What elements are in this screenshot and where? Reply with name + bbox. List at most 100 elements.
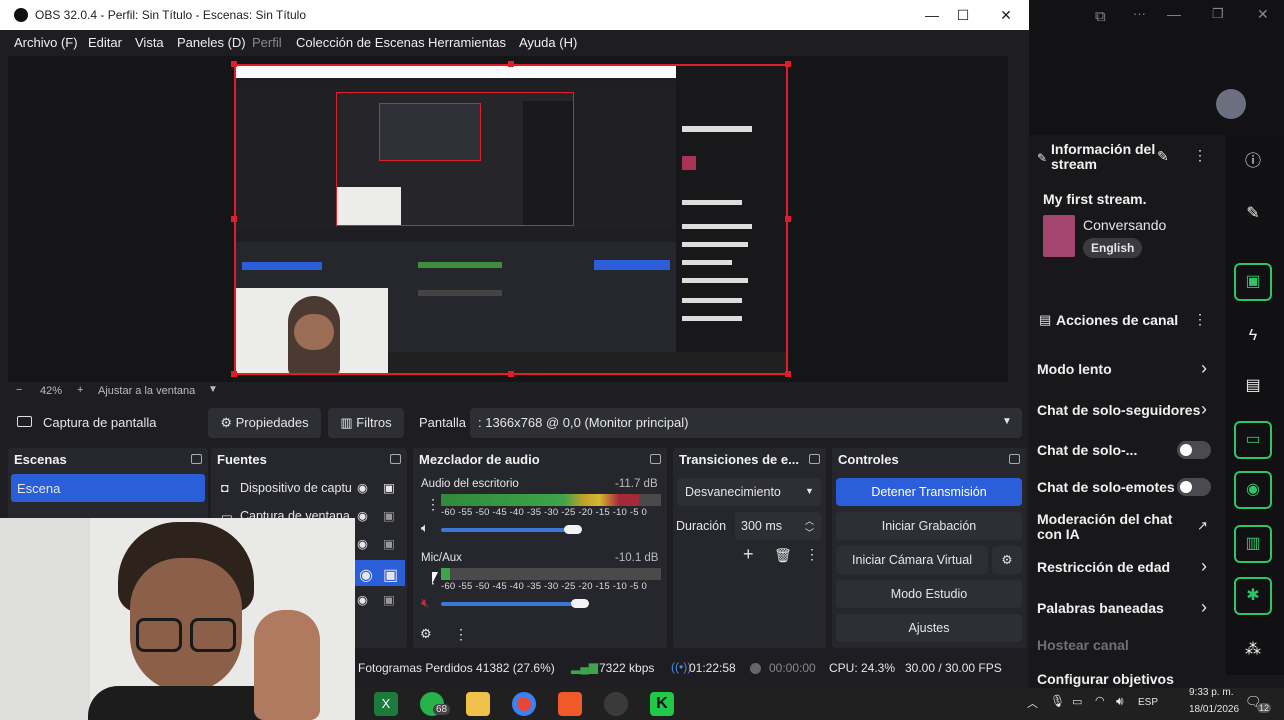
undock-icon[interactable] (390, 454, 401, 464)
eye-icon[interactable]: ◉ (357, 592, 368, 607)
source-item-selected[interactable]: ◉ ▣ (355, 560, 405, 586)
chrome-icon[interactable] (512, 692, 536, 716)
close-button[interactable]: ✕ (991, 4, 1021, 26)
properties-button[interactable]: ⚙ Propiedades (208, 408, 321, 438)
undock-icon[interactable] (1009, 454, 1020, 464)
document-icon[interactable]: ▤ (1234, 367, 1272, 405)
pencil-icon[interactable]: ✎ (1234, 195, 1272, 233)
resize-handle[interactable] (785, 61, 791, 67)
brave-icon[interactable] (558, 692, 582, 716)
duration-input[interactable]: 300 ms ︿ ﹀ (735, 512, 821, 540)
mic-icon[interactable]: 🎙︎ (1050, 694, 1065, 708)
volume-slider[interactable] (441, 528, 573, 532)
kebab-menu-icon[interactable]: ⋮ (1193, 147, 1207, 164)
trash-icon[interactable]: 🗑︎ (774, 547, 792, 564)
menu-coleccion-escenas[interactable]: Colección de Escenas (296, 35, 425, 50)
menu-archivo[interactable]: Archivo (F) (14, 35, 78, 50)
zoom-in-button[interactable]: + (77, 384, 83, 396)
resize-handle[interactable] (231, 371, 237, 377)
eye-icon[interactable]: ◉ (357, 536, 368, 551)
chat-icon[interactable]: ▭ (1234, 421, 1272, 459)
kebab-menu-icon[interactable]: ⋮ (426, 496, 440, 513)
eye-icon[interactable]: ◉ (357, 480, 368, 495)
split-icon[interactable]: ⧉ (1095, 8, 1106, 25)
clip-icon[interactable]: ▣ (1234, 263, 1272, 301)
settings-button[interactable]: Ajustes (836, 614, 1022, 642)
menu-herramientas[interactable]: Herramientas (428, 35, 506, 50)
resize-handle[interactable] (231, 216, 237, 222)
maximize-button[interactable]: ☐ (948, 4, 978, 26)
start-recording-button[interactable]: Iniciar Grabación (836, 512, 1022, 540)
layout-icon[interactable]: ▥ (1234, 525, 1272, 563)
resize-handle[interactable] (508, 371, 514, 377)
action-slow-mode[interactable]: Modo lento (1037, 361, 1212, 377)
menu-vista[interactable]: Vista (135, 35, 164, 50)
menu-perfil[interactable]: Perfil (252, 35, 282, 50)
emotes-chat-toggle[interactable] (1177, 478, 1211, 496)
chevron-down-icon[interactable]: ▼ (208, 384, 218, 395)
studio-mode-button[interactable]: Modo Estudio (836, 580, 1022, 608)
language-indicator[interactable]: ESP (1138, 697, 1158, 708)
avatar[interactable] (1216, 89, 1246, 119)
kebab-menu-icon[interactable]: ⋮ (454, 626, 468, 643)
lock-icon[interactable]: ▣ (383, 592, 395, 607)
lock-icon[interactable]: ▣ (383, 536, 395, 551)
zoom-out-button[interactable]: − (16, 384, 22, 396)
eye-icon[interactable]: ◉ (357, 508, 368, 523)
wifi-icon[interactable]: ◠ (1095, 694, 1105, 707)
chevron-right-icon[interactable]: › (1201, 597, 1207, 618)
chevron-right-icon[interactable]: › (1201, 358, 1207, 379)
extensions-icon[interactable]: ⁂ (1234, 631, 1272, 669)
add-icon[interactable]: + (743, 544, 754, 565)
action-goals[interactable]: Configurar objetivos (1037, 671, 1212, 687)
lock-icon[interactable]: ▣ (383, 508, 395, 523)
menu-ayuda[interactable]: Ayuda (H) (519, 35, 577, 50)
excel-icon[interactable]: X (374, 692, 398, 716)
mic-muted-icon[interactable]: 🔇︎ (421, 595, 429, 611)
undock-icon[interactable] (191, 454, 202, 464)
chevron-down-icon[interactable]: ﹀ (805, 526, 814, 539)
resize-handle[interactable] (785, 371, 791, 377)
close-icon[interactable]: ✕ (1257, 6, 1269, 23)
action-age-restriction[interactable]: Restricción de edad (1037, 559, 1212, 575)
lightning-icon[interactable]: ϟ (1234, 317, 1272, 355)
undock-icon[interactable] (650, 454, 661, 464)
chevron-right-icon[interactable]: › (1201, 556, 1207, 577)
minimize-button[interactable]: — (917, 4, 947, 26)
more-icon[interactable]: ··· (1133, 6, 1146, 21)
menu-paneles[interactable]: Paneles (D) (177, 35, 246, 50)
edit-icon[interactable]: ✎ (1157, 148, 1169, 165)
virtual-camera-button[interactable]: Iniciar Cámara Virtual (836, 546, 988, 574)
info-icon[interactable]: ⓘ (1234, 143, 1272, 181)
category-name[interactable]: Conversando (1083, 217, 1166, 233)
stop-streaming-button[interactable]: Detener Transmisión (836, 478, 1022, 506)
virtual-camera-settings-gear-icon[interactable]: ⚙ (992, 546, 1022, 574)
resize-handle[interactable] (231, 61, 237, 67)
kick-icon[interactable]: K (650, 692, 674, 716)
subs-chat-toggle[interactable] (1177, 441, 1211, 459)
resize-handle[interactable] (785, 216, 791, 222)
resize-handle[interactable] (508, 61, 514, 67)
obs-taskbar-icon[interactable] (604, 692, 628, 716)
advanced-audio-icon[interactable]: ⚙ (420, 626, 432, 642)
broadcast-icon[interactable]: ◉ (1234, 471, 1272, 509)
folder-icon[interactable] (466, 692, 490, 716)
action-banned-words[interactable]: Palabras baneadas (1037, 600, 1212, 616)
battery-icon[interactable]: ▭ (1072, 695, 1082, 708)
chevron-right-icon[interactable]: › (1201, 399, 1207, 420)
volume-slider-handle[interactable] (571, 599, 589, 608)
eye-icon[interactable]: ◉ (359, 565, 373, 585)
action-ai-moderation[interactable]: Moderación del chat con IA (1037, 512, 1187, 542)
restore-icon[interactable]: ❐ (1212, 6, 1224, 22)
action-followers-chat[interactable]: Chat de solo-seguidores (1037, 402, 1201, 418)
kebab-menu-icon[interactable]: ⋮ (805, 546, 819, 563)
clock-time[interactable]: 9:33 p. m. (1189, 687, 1233, 698)
transition-select[interactable]: Desvanecimiento ▼ (677, 478, 821, 506)
wrench-icon[interactable]: ✱ (1234, 577, 1272, 615)
volume-icon[interactable]: 🔊︎ (1116, 694, 1124, 709)
language-tag[interactable]: English (1083, 238, 1143, 258)
external-link-icon[interactable]: ↗ (1197, 518, 1208, 534)
fit-window-option[interactable]: Ajustar a la ventana (98, 385, 195, 397)
clock-date[interactable]: 18/01/2026 (1189, 704, 1239, 715)
action-host-channel[interactable]: Hostear canal (1037, 637, 1212, 653)
